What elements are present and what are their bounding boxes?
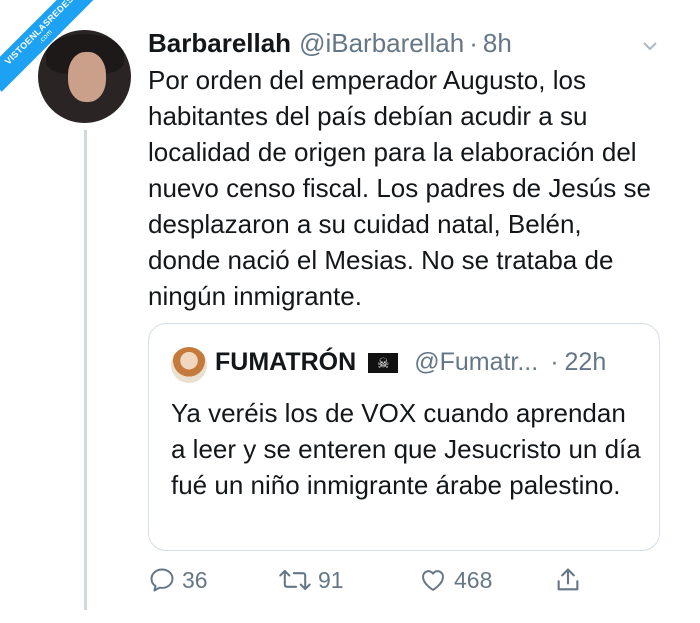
timestamp[interactable]: 8h bbox=[483, 28, 512, 59]
quoted-header: FUMATRÓN ☠ @Fumatr... · 22h bbox=[215, 348, 606, 377]
retweet-count: 91 bbox=[318, 566, 344, 593]
chevron-down-icon[interactable] bbox=[642, 38, 658, 54]
username[interactable]: @iBarbarellah bbox=[299, 28, 464, 59]
tweet-header: Barbarellah @iBarbarellah · 8h bbox=[148, 28, 512, 59]
separator-dot: · bbox=[550, 348, 559, 376]
like-button[interactable]: 468 bbox=[418, 566, 492, 594]
action-bar: 36 91 468 bbox=[148, 566, 618, 600]
thread-line bbox=[84, 130, 87, 610]
quoted-display-name[interactable]: FUMATRÓN bbox=[215, 348, 356, 377]
retweet-icon bbox=[279, 569, 311, 591]
reply-count: 36 bbox=[182, 566, 208, 593]
quoted-timestamp[interactable]: 22h bbox=[565, 348, 607, 377]
quoted-text: Ya veréis los de VOX cuando aprendan a l… bbox=[171, 398, 641, 500]
share-button[interactable] bbox=[554, 566, 582, 594]
pirate-flag-icon: ☠ bbox=[368, 352, 399, 373]
avatar[interactable] bbox=[38, 30, 131, 123]
reply-button[interactable]: 36 bbox=[148, 566, 208, 594]
retweet-button[interactable]: 91 bbox=[278, 566, 344, 594]
reply-icon bbox=[150, 568, 174, 592]
separator-dot: · bbox=[469, 28, 478, 58]
tweet-text: Por orden del emperador Augusto, los hab… bbox=[148, 65, 651, 311]
share-icon bbox=[557, 568, 579, 591]
quoted-username[interactable]: @Fumatr... bbox=[414, 348, 538, 377]
quoted-tweet[interactable]: FUMATRÓN ☠ @Fumatr... · 22h Ya veréis lo… bbox=[148, 323, 660, 551]
quoted-avatar[interactable] bbox=[171, 347, 207, 383]
like-count: 468 bbox=[454, 566, 493, 593]
heart-icon bbox=[422, 570, 444, 591]
display-name[interactable]: Barbarellah bbox=[148, 28, 291, 59]
